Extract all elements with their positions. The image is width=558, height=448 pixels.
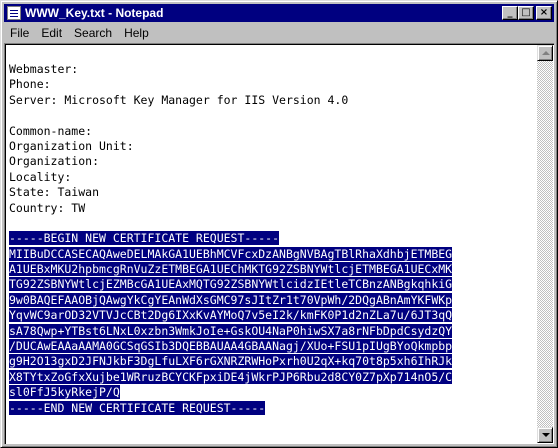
text-line: MIIBuDCCASECAQAweDELMAkGA1UEBhMCVFcxDzAN…: [9, 246, 535, 262]
text-line: YqvWC9arOD32VTVJcCBt2Dg6IXxKvAYMoQ7v5eI2…: [9, 308, 535, 323]
selected-text: MIIBuDCCASECAQAweDELMAkGA1UEBhMCVFcxDzAN…: [9, 246, 453, 261]
text-line: State: Taiwan: [9, 185, 535, 200]
text-line: -----END NEW CERTIFICATE REQUEST-----: [9, 400, 535, 416]
close-icon: ×: [539, 7, 549, 18]
text-line: -----BEGIN NEW CERTIFICATE REQUEST-----: [9, 231, 535, 246]
text-line: Locality:: [9, 170, 535, 185]
text-line: Phone:: [9, 77, 535, 92]
selected-text: -----BEGIN NEW CERTIFICATE REQUEST-----: [9, 231, 280, 246]
text-line: Organization Unit:: [9, 139, 535, 154]
selected-text: A1UEBxMKU2hpbmcgRnVuZzETMBEGA1UEChMKTG92…: [9, 262, 453, 277]
text-line: sA78Qwp+YTBst6LNxL0xzbn3WmkJoIe+GskOU4Na…: [9, 323, 535, 339]
line-text: Country: TW: [9, 200, 86, 215]
text-editor[interactable]: Webmaster: Phone: Server: Microsoft Key Ma…: [4, 43, 554, 444]
selected-text: TG92ZSBNYWtlcjEZMBcGA1UEAxMQTG92ZSBNYWtl…: [9, 277, 453, 292]
menu-edit[interactable]: Edit: [35, 26, 68, 40]
minimize-button[interactable]: _: [502, 6, 518, 20]
line-text: Common-name:: [9, 123, 93, 138]
line-text: Webmaster:: [9, 62, 79, 76]
scroll-down-arrow-icon: [542, 433, 550, 437]
menu-file[interactable]: File: [4, 26, 35, 40]
text-line: A1UEBxMKU2hpbmcgRnVuZzETMBEGA1UEChMKTG92…: [9, 262, 535, 277]
text-line: TG92ZSBNYWtlcjEZMBcGA1UEAxMQTG92ZSBNYWtl…: [9, 277, 535, 292]
text-line: [9, 108, 535, 123]
text-line: sl0FfJ5kyRkejP/Q: [9, 385, 535, 400]
menu-search[interactable]: Search: [68, 26, 118, 40]
notepad-icon[interactable]: [7, 6, 21, 20]
selected-text: sA78Qwp+YTBst6LNxL0xzbn3WmkJoIe+GskOU4Na…: [9, 323, 453, 338]
menu-bar: File Edit Search Help: [4, 23, 554, 42]
text-line: Webmaster:: [9, 62, 535, 77]
text-line: /DUCAwEAAaAAMA0GCSqGSIb3DQEBBAUAA4GBAANa…: [9, 339, 535, 354]
scroll-up-arrow-icon: [542, 51, 550, 55]
selected-text: -----END NEW CERTIFICATE REQUEST-----: [9, 400, 266, 415]
selected-text: sl0FfJ5kyRkejP/Q: [9, 385, 120, 400]
notepad-window: WWW_Key.txt - Notepad _ □ × File Edit Se…: [0, 0, 558, 448]
text-line: g9H2O13gxD2JFNJkbF3DgLfuLXF6rGXNRZRWHoPx…: [9, 354, 535, 369]
close-button[interactable]: ×: [536, 6, 552, 20]
line-text: Organization:: [9, 154, 100, 169]
scroll-up-button[interactable]: [537, 45, 553, 61]
window-controls: _ □ ×: [502, 6, 552, 20]
scroll-track[interactable]: [537, 61, 553, 427]
line-text: Locality:: [9, 169, 72, 184]
text-line: Country: TW: [9, 201, 535, 216]
document-text[interactable]: Webmaster: Phone: Server: Microsoft Key Ma…: [9, 62, 535, 442]
vertical-scrollbar[interactable]: [537, 45, 553, 443]
line-text: Phone:: [9, 77, 51, 92]
line-text: State: Taiwan: [9, 185, 100, 200]
selected-text: 9w0BAQEFAAOBjQAwgYkCgYEAnWdXsGMC97sJItZr…: [9, 292, 453, 307]
maximize-button[interactable]: □: [518, 6, 534, 20]
window-title: WWW_Key.txt - Notepad: [25, 6, 164, 20]
text-line: X8TYtxZoGfxXujbe1WRruzBCYCKFpxiDE4jWkrPJ…: [9, 369, 535, 385]
maximize-icon: □: [521, 7, 531, 18]
selected-text: YqvWC9arOD32VTVJcCBt2Dg6IXxKvAYMoQ7v5eI2…: [9, 308, 453, 323]
menu-help[interactable]: Help: [118, 26, 155, 40]
selected-text: /DUCAwEAAaAAMA0GCSqGSIb3DQEBBAUAA4GBAANa…: [9, 339, 453, 354]
selected-text: X8TYtxZoGfxXujbe1WRruzBCYCKFpxiDE4jWkrPJ…: [9, 369, 453, 384]
line-text: Organization Unit:: [9, 138, 134, 153]
title-bar[interactable]: WWW_Key.txt - Notepad _ □ ×: [4, 4, 554, 22]
text-line: Organization:: [9, 154, 535, 169]
selected-text: g9H2O13gxD2JFNJkbF3DgLfuLXF6rGXNRZRWHoPx…: [9, 354, 453, 369]
line-text: Server: Microsoft Key Manager for IIS Ve…: [9, 92, 349, 107]
text-line: 9w0BAQEFAAOBjQAwgYkCgYEAnWdXsGMC97sJItZr…: [9, 292, 535, 308]
text-line: Common-name:: [9, 124, 535, 139]
scroll-down-button[interactable]: [537, 427, 553, 443]
text-line: Server: Microsoft Key Manager for IIS Ve…: [9, 93, 535, 108]
text-line: [9, 216, 535, 231]
minimize-icon: _: [507, 7, 513, 18]
